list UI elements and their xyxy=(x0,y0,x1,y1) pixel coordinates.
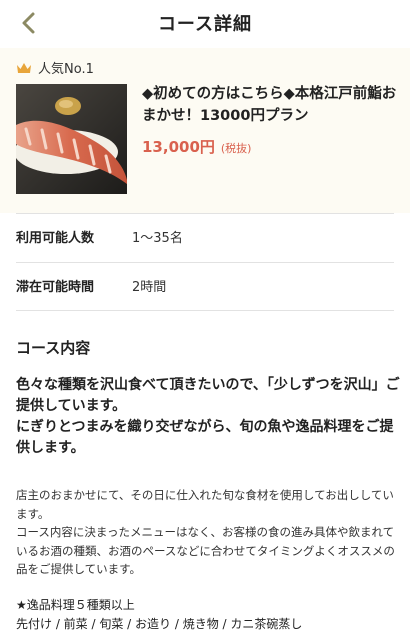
duration-label: 滞在可能時間 xyxy=(16,280,95,295)
sushi-image xyxy=(16,84,127,194)
capacity-value: 1〜35名 xyxy=(132,231,183,246)
course-lead: 色々な種類を沢山食べて頂きたいので、「少しずつを沢山」ご提供しています。 にぎり… xyxy=(16,377,400,456)
course-heading: コース内容 xyxy=(16,339,91,357)
info-row-duration: 滞在可能時間 2時間 xyxy=(16,262,394,308)
duration-value: 2時間 xyxy=(132,280,167,295)
divider xyxy=(16,310,394,311)
price-row: 13,000円 (税抜) xyxy=(142,136,251,157)
page-title: コース詳細 xyxy=(157,14,253,35)
tax-note: (税抜) xyxy=(220,142,252,155)
back-button[interactable] xyxy=(14,8,42,38)
plan-photo xyxy=(16,84,127,194)
top-bar: コース詳細 xyxy=(0,0,410,46)
chevron-left-icon xyxy=(22,12,35,34)
info-row-capacity: 利用可能人数 1〜35名 xyxy=(16,213,394,259)
items-list: 先付け / 前菜 / 旬菜 / お造り / 焼き物 / カニ茶碗蒸し xyxy=(16,617,303,631)
capacity-label: 利用可能人数 xyxy=(16,231,95,246)
crown-icon xyxy=(17,62,31,73)
rank-badge: 人気No.1 xyxy=(16,58,94,77)
course-body: 店主のおまかせにて、その日に仕入れた旬な食材を使用してお出ししています。 コース… xyxy=(16,488,395,576)
items-heading: ★逸品料理５種類以上 xyxy=(16,598,135,612)
plan-summary: 人気No.1 ◆初めての方はこちら◆本格江戸前鮨おまかせ！13000円プラン 1… xyxy=(0,48,410,213)
rank-label: 人気No.1 xyxy=(38,62,94,77)
plan-title: ◆初めての方はこちら◆本格江戸前鮨おまかせ！13000円プラン xyxy=(142,86,397,124)
plan-price: 13,000円 xyxy=(142,138,215,156)
